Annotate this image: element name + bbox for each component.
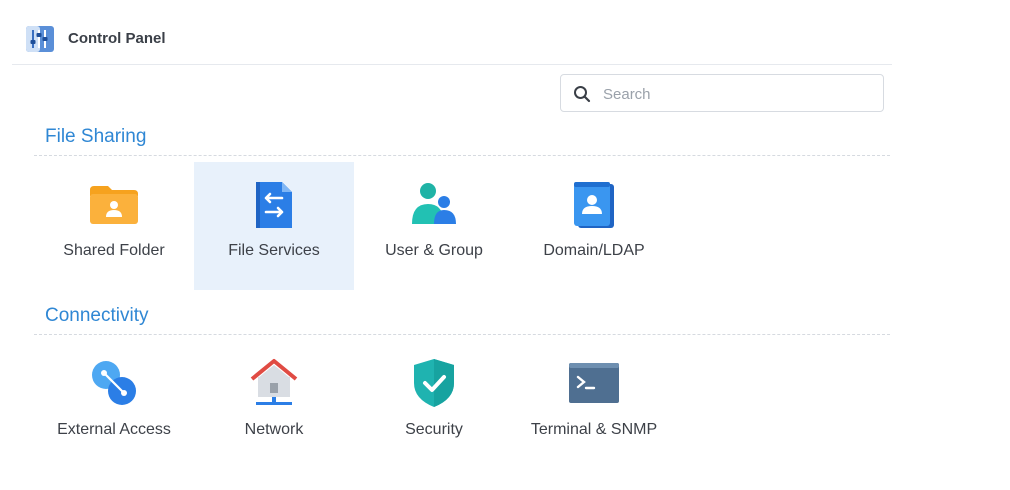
- title-bar: Control Panel: [12, 14, 892, 65]
- external-access-icon: [92, 361, 136, 405]
- search-icon: [574, 86, 591, 103]
- tile-user-group[interactable]: User & Group: [354, 162, 514, 290]
- window-title: Control Panel: [68, 30, 166, 47]
- domain-ldap-icon: [574, 182, 614, 228]
- tile-label: Domain/LDAP: [543, 242, 645, 259]
- tile-label: File Services: [228, 242, 320, 259]
- section-title-connectivity: Connectivity: [45, 305, 149, 326]
- search-input[interactable]: [601, 83, 875, 105]
- tile-label: External Access: [57, 421, 171, 438]
- section-divider: [34, 155, 890, 156]
- tile-label: Terminal & SNMP: [530, 421, 658, 438]
- tile-network[interactable]: Network: [194, 341, 354, 469]
- tile-file-services[interactable]: File Services: [194, 162, 354, 290]
- section-title-file-sharing: File Sharing: [45, 126, 147, 147]
- tile-external-access[interactable]: External Access: [34, 341, 194, 469]
- user-group-icon: [412, 183, 456, 224]
- tile-terminal-snmp[interactable]: Terminal & SNMP: [514, 341, 674, 469]
- section-divider: [34, 334, 890, 335]
- shared-folder-icon: [90, 186, 138, 224]
- search-box[interactable]: [560, 74, 884, 112]
- security-icon: [414, 359, 454, 407]
- tile-shared-folder[interactable]: Shared Folder: [34, 162, 194, 290]
- tile-security[interactable]: Security: [354, 341, 514, 469]
- terminal-snmp-icon: [569, 363, 619, 403]
- tile-label: User & Group: [385, 242, 483, 259]
- tile-domain-ldap[interactable]: Domain/LDAP: [514, 162, 674, 290]
- tile-label: Shared Folder: [63, 242, 165, 259]
- tile-label: Security: [405, 421, 463, 438]
- tile-label: Network: [244, 421, 304, 438]
- network-icon: [250, 359, 298, 405]
- file-services-icon: [256, 182, 292, 228]
- control-panel-icon: [26, 26, 54, 52]
